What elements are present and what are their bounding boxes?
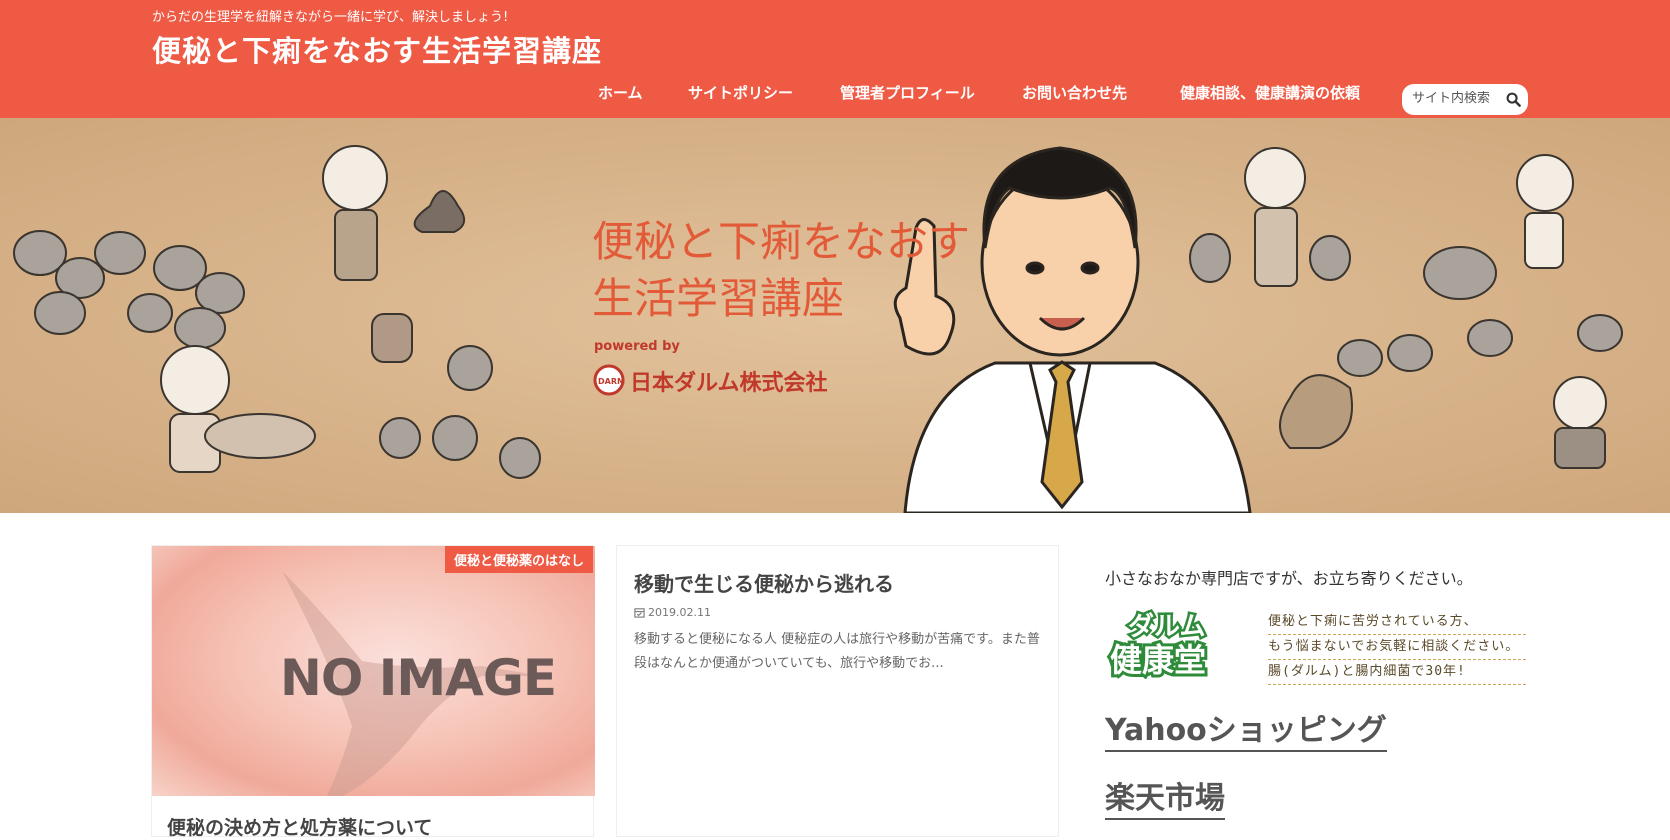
hero-company-mark: DARM <box>598 377 625 386</box>
darm-logo-line2: 健康堂 <box>1110 641 1206 679</box>
post-date: 2019.02.11 <box>634 606 711 619</box>
nav-item-contact[interactable]: お問い合わせ先 <box>1022 82 1127 103</box>
post-card[interactable]: NO IMAGE 便秘と便秘薬のはなし 便秘の決め方と処方薬について <box>151 545 595 840</box>
hero-banner: 便秘と下痢をなおす 生活学習講座 powered by DARM 日本ダルム株式… <box>0 118 1670 513</box>
search-icon[interactable] <box>1506 92 1521 107</box>
nav-item-site-policy[interactable]: サイトポリシー <box>688 82 793 103</box>
hero-company: 日本ダルム株式会社 <box>630 370 828 396</box>
darm-description: 便秘と下痢に苦労されている方、 もう悩まないでお気軽に相談ください。 腸(ダルム… <box>1268 610 1526 685</box>
darm-logo-line1: ダルム <box>1128 611 1205 642</box>
nav-item-home[interactable]: ホーム <box>598 82 643 103</box>
post-title[interactable]: 便秘の決め方と処方薬について <box>167 813 432 840</box>
darm-kenkodo-logo[interactable]: ダルム 健康堂 <box>1106 607 1246 680</box>
hero-title-line1: 便秘と下痢をなおす <box>592 217 970 266</box>
sidebar-intro: 小さなおなか専門店ですが、お立ち寄りください。 <box>1105 569 1473 588</box>
site-header: からだの生理学を紐解きながら一緒に学び、解決しましょう! 便秘と下痢をなおす生活… <box>0 0 1670 118</box>
hero-illustration: 便秘と下痢をなおす 生活学習講座 powered by DARM 日本ダルム株式… <box>0 118 1670 513</box>
post-thumbnail[interactable]: NO IMAGE <box>152 546 595 796</box>
post-excerpt: 移動すると便秘になる人 便秘症の人は旅行や移動が苦痛です。また普段はなんとか便通… <box>634 632 1040 671</box>
hero-powered-by: powered by <box>594 339 680 354</box>
site-title[interactable]: 便秘と下痢をなおす生活学習講座 <box>152 28 602 70</box>
darm-line: 便秘と下痢に苦労されている方、 <box>1268 610 1526 635</box>
no-image-label: NO IMAGE <box>280 649 557 707</box>
yahoo-shopping-link[interactable]: Yahooショッピング <box>1105 712 1387 752</box>
rakuten-link[interactable]: 楽天市場 <box>1105 780 1225 820</box>
post-title[interactable]: 移動で生じる便秘から逃れる <box>634 568 894 597</box>
darm-line: もう悩まないでお気軽に相談ください。 <box>1268 635 1526 660</box>
post-card[interactable]: 移動で生じる便秘から逃れる 2019.02.11 移動すると便秘になる人 便秘症… <box>616 545 1059 837</box>
site-search <box>1402 84 1528 115</box>
category-badge[interactable]: 便秘と便秘薬のはなし <box>444 546 593 573</box>
nav-item-admin-profile[interactable]: 管理者プロフィール <box>840 82 975 103</box>
darm-line: 腸(ダルム)と腸内細菌で30年! <box>1268 660 1526 685</box>
post-date-text: 2019.02.11 <box>648 606 711 619</box>
nav-item-consultation[interactable]: 健康相談、健康講演の依頼 <box>1180 82 1360 103</box>
search-input[interactable] <box>1412 91 1500 106</box>
hero-title-line2: 生活学習講座 <box>592 274 844 323</box>
site-tagline: からだの生理学を紐解きながら一緒に学び、解決しましょう! <box>152 10 509 25</box>
calendar-icon <box>634 608 645 618</box>
